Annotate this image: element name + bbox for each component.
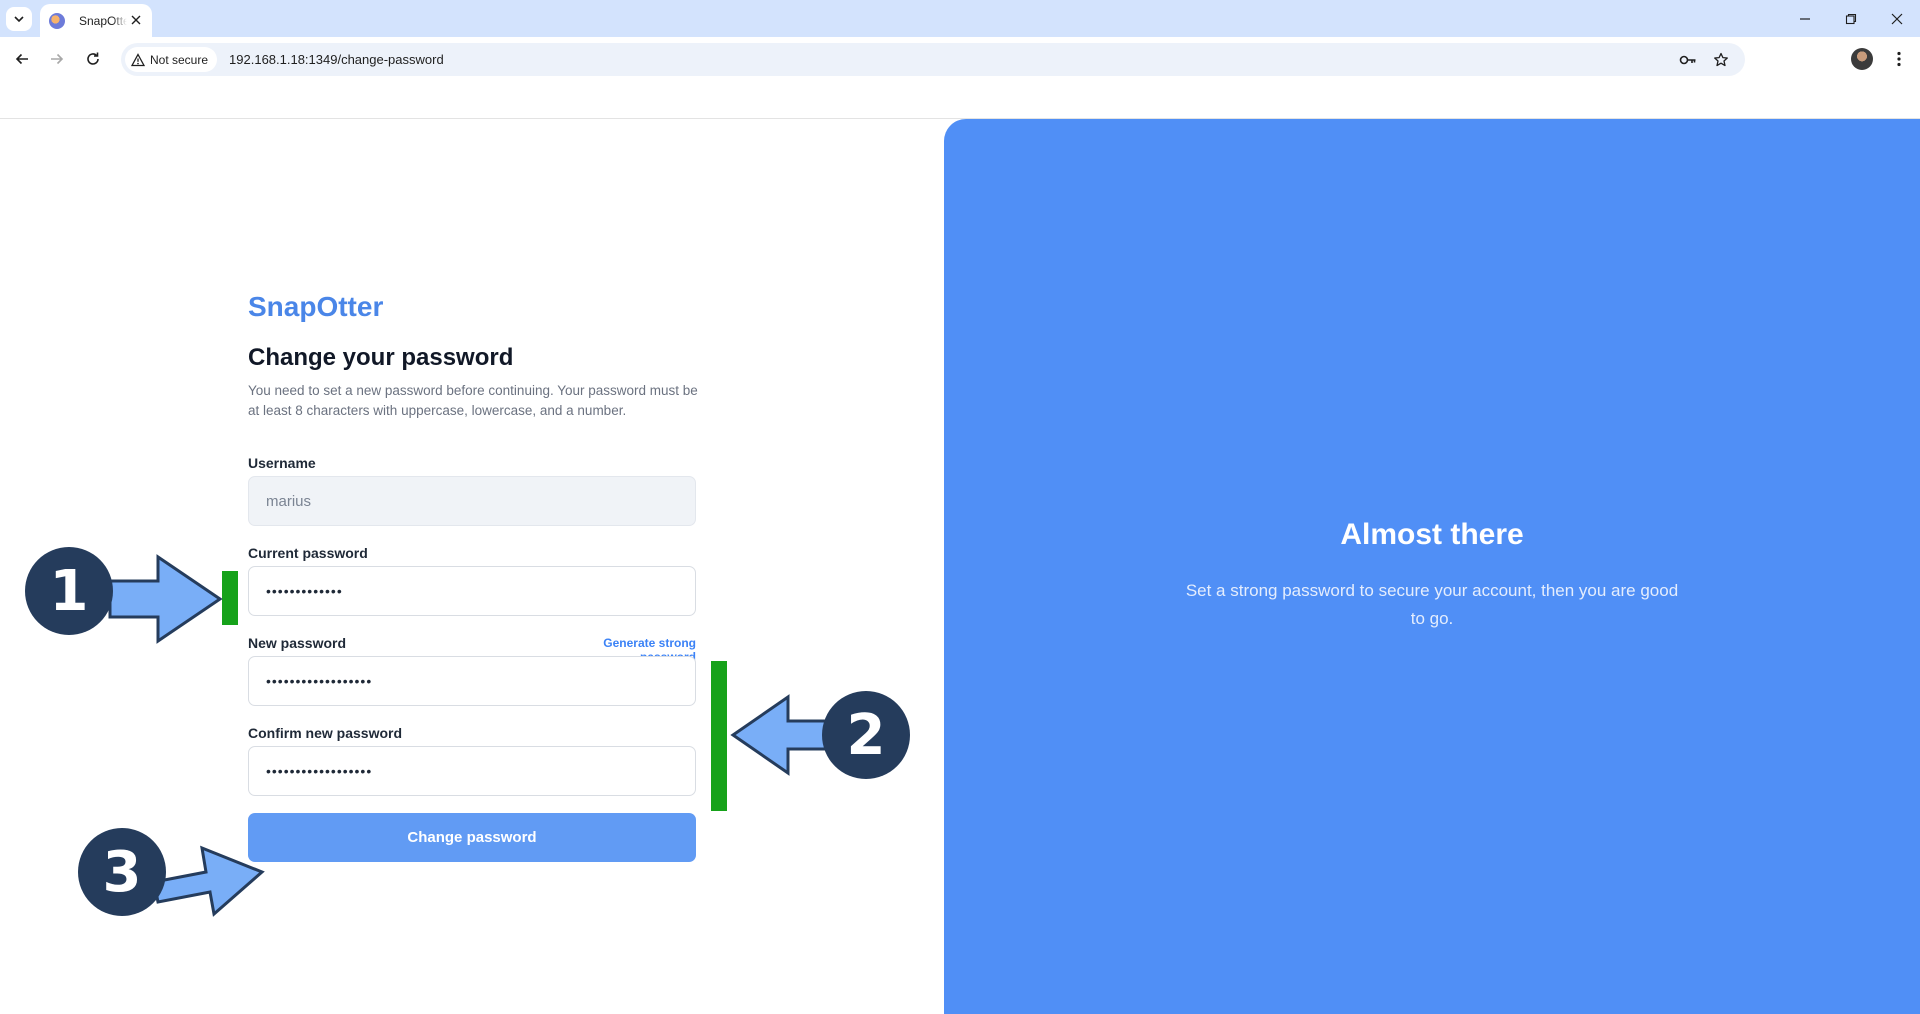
security-label: Not secure <box>150 52 209 67</box>
highlight-marker-2 <box>711 661 727 811</box>
panel-title: Almost there <box>1340 518 1524 551</box>
new-password-field[interactable]: •••••••••••••••••• <box>248 656 696 706</box>
current-password-label: Current password <box>248 545 368 561</box>
address-bar[interactable]: Not secure 192.168.1.18:1349/change-pass… <box>121 43 1745 76</box>
reload-icon <box>87 52 99 65</box>
chevron-down-icon <box>14 16 24 23</box>
minimize-button[interactable] <box>1782 0 1828 37</box>
step-badge-2: 2 <box>822 691 910 779</box>
close-icon <box>1891 13 1903 24</box>
annotation-arrow-3 <box>152 845 265 917</box>
info-panel: Almost there Set a strong password to se… <box>944 119 1920 1014</box>
minimize-icon <box>1800 17 1810 20</box>
annotation-arrow-1 <box>108 554 223 644</box>
password-manager-button[interactable] <box>1676 48 1700 72</box>
close-icon <box>131 15 141 25</box>
username-field: marius <box>248 476 696 526</box>
back-button[interactable] <box>10 47 34 71</box>
url-text[interactable]: 192.168.1.18:1349/change-password <box>229 52 444 67</box>
restore-button[interactable] <box>1828 0 1874 37</box>
browser-tab[interactable]: SnapOtter <box>40 4 152 37</box>
snapotter-favicon-icon <box>49 12 65 29</box>
tab-title: SnapOtter <box>79 13 127 28</box>
more-vertical-icon <box>1897 51 1901 67</box>
confirm-password-value: •••••••••••••••••• <box>266 763 373 779</box>
page-title: Change your password <box>248 344 514 371</box>
forward-button[interactable] <box>45 47 69 71</box>
panel-text: Set a strong password to secure your acc… <box>1185 581 1679 628</box>
change-password-page: SnapOtter Change your password You need … <box>0 119 1920 1014</box>
current-password-value: ••••••••••••• <box>266 583 343 599</box>
username-value: marius <box>266 492 312 510</box>
restore-icon <box>1845 13 1857 24</box>
tab-strip: SnapOtter <box>0 0 1920 37</box>
close-tab-button[interactable] <box>128 12 144 28</box>
profile-avatar[interactable] <box>1851 48 1873 70</box>
current-password-field[interactable]: ••••••••••••• <box>248 566 696 616</box>
reload-button[interactable] <box>81 47 105 71</box>
step-badge-3: 3 <box>78 828 166 916</box>
star-icon <box>1714 52 1728 67</box>
new-password-value: •••••••••••••••••• <box>266 673 373 689</box>
brand-logo-text: SnapOtter <box>248 291 384 322</box>
bookmark-button[interactable] <box>1709 48 1733 72</box>
key-icon <box>1679 55 1696 65</box>
page-description: You need to set a new password before co… <box>248 383 698 418</box>
window-controls <box>1782 0 1920 37</box>
new-password-label: New password <box>248 635 347 651</box>
close-window-button[interactable] <box>1874 0 1920 37</box>
warning-icon <box>131 52 145 66</box>
confirm-password-field[interactable]: •••••••••••••••••• <box>248 746 696 796</box>
arrow-left-icon <box>15 53 28 65</box>
step-badge-1: 1 <box>25 547 113 635</box>
confirm-password-label: Confirm new password <box>248 725 403 741</box>
browser-toolbar: Not secure 192.168.1.18:1349/change-pass… <box>0 37 1920 81</box>
highlight-marker-1 <box>222 571 238 625</box>
username-label: Username <box>248 455 316 471</box>
tab-search-button[interactable] <box>6 7 32 31</box>
arrow-right-icon <box>51 53 64 65</box>
browser-menu-button[interactable] <box>1887 47 1911 71</box>
security-indicator[interactable]: Not secure <box>125 47 218 72</box>
change-password-button[interactable]: Change password <box>248 813 696 862</box>
